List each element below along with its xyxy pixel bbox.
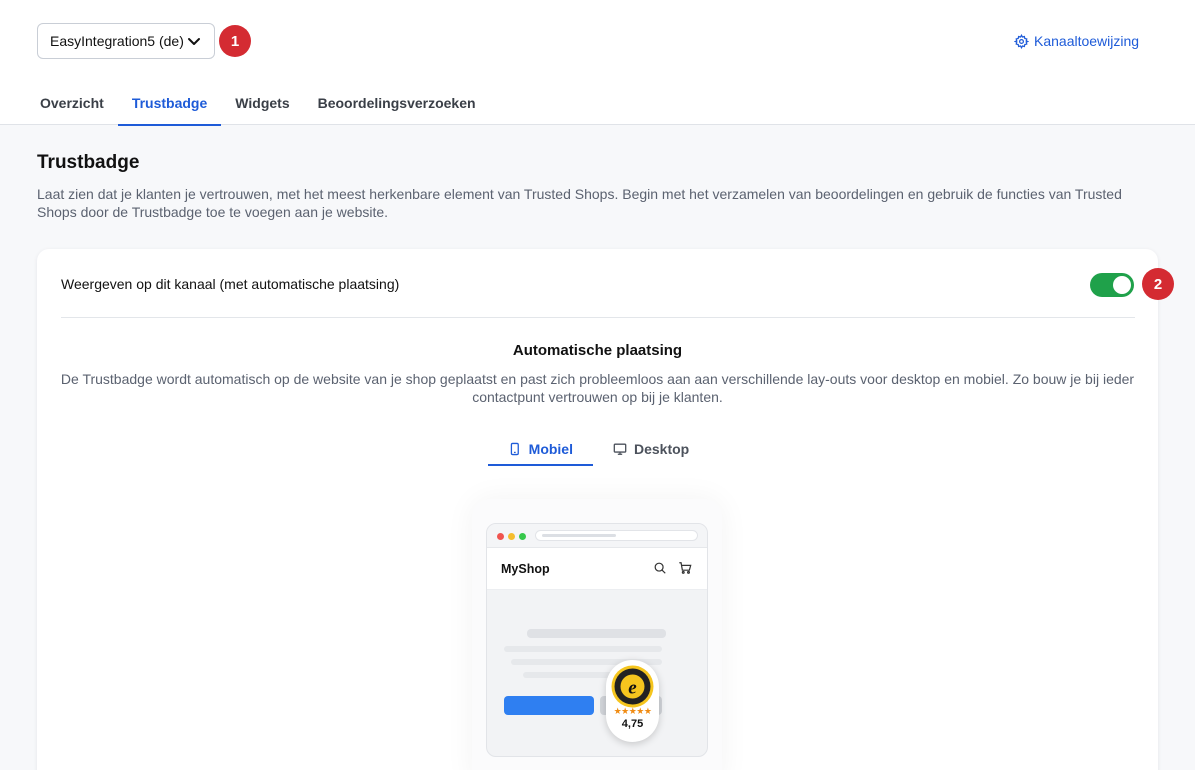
step-badge-1: 1 — [219, 25, 251, 57]
tab-widgets[interactable]: Widgets — [221, 84, 303, 123]
tab-mobile-label: Mobiel — [528, 441, 573, 457]
tab-desktop-label: Desktop — [634, 441, 690, 457]
page-title: Trustbadge — [37, 152, 140, 173]
trustbadge-stars: ★★★★★ — [613, 706, 652, 716]
svg-text:e: e — [628, 678, 637, 699]
window-dot-red — [497, 533, 504, 540]
channel-assignment-label: Kanaaltoewijzing — [1034, 33, 1140, 49]
cart-icon — [679, 562, 692, 574]
channel-assignment-link[interactable]: Kanaaltoewijzing — [1014, 32, 1139, 50]
top-bar: EasyIntegration5 (de) 1 Kanaaltoewijzing… — [0, 0, 1195, 126]
trustbadge-card: Weergeven op dit kanaal (met automatisch… — [37, 249, 1158, 770]
trustbadge-score: 4,75 — [621, 718, 644, 730]
browser-bar — [487, 524, 707, 548]
tab-overzicht[interactable]: Overzicht — [26, 84, 118, 123]
window-dot-yellow — [508, 533, 515, 540]
main-tabs: Overzicht Trustbadge Widgets Beoordeling… — [26, 84, 490, 126]
mobile-preview: MyShop — [472, 499, 722, 770]
channel-select[interactable]: EasyIntegration5 (de) — [37, 23, 215, 59]
phone-mockup: MyShop — [486, 523, 708, 757]
trustbadge-preview: e ★★★★★ 4,75 — [606, 660, 659, 742]
desktop-icon — [613, 443, 627, 455]
shop-name: MyShop — [501, 562, 550, 576]
tab-trustbadge[interactable]: Trustbadge — [117, 84, 222, 126]
search-icon — [654, 562, 666, 574]
url-bar — [535, 530, 698, 541]
auto-placement-title: Automatische plaatsing — [512, 342, 683, 359]
auto-placement-description: De Trustbadge wordt automatisch op de we… — [60, 371, 1135, 405]
shop-header: MyShop — [487, 548, 707, 590]
placeholder-primary-button — [504, 696, 594, 715]
placeholder-line — [504, 646, 662, 652]
window-dot-green — [519, 533, 526, 540]
mobile-icon — [510, 442, 519, 456]
step-badge-2: 2 — [1142, 268, 1174, 300]
placeholder-line — [527, 629, 666, 638]
page-description: Laat zien dat je klanten je vertrouwen, … — [37, 186, 1122, 220]
toggle-knob — [1113, 276, 1131, 294]
channel-select-value: EasyIntegration5 (de) — [50, 33, 184, 49]
display-toggle[interactable] — [1090, 273, 1134, 297]
display-toggle-label: Weergeven op dit kanaal (met automatisch… — [61, 276, 400, 292]
trusted-shops-seal-icon: e — [611, 665, 654, 708]
tab-mobile[interactable]: Mobiel — [488, 433, 593, 466]
device-tabs: Mobiel Desktop — [488, 433, 709, 466]
tab-desktop[interactable]: Desktop — [593, 433, 709, 465]
tab-beoordelingsverzoeken[interactable]: Beoordelingsverzoeken — [304, 84, 490, 123]
divider — [61, 317, 1135, 318]
chevron-down-icon — [188, 38, 200, 45]
gear-icon — [1014, 33, 1029, 49]
